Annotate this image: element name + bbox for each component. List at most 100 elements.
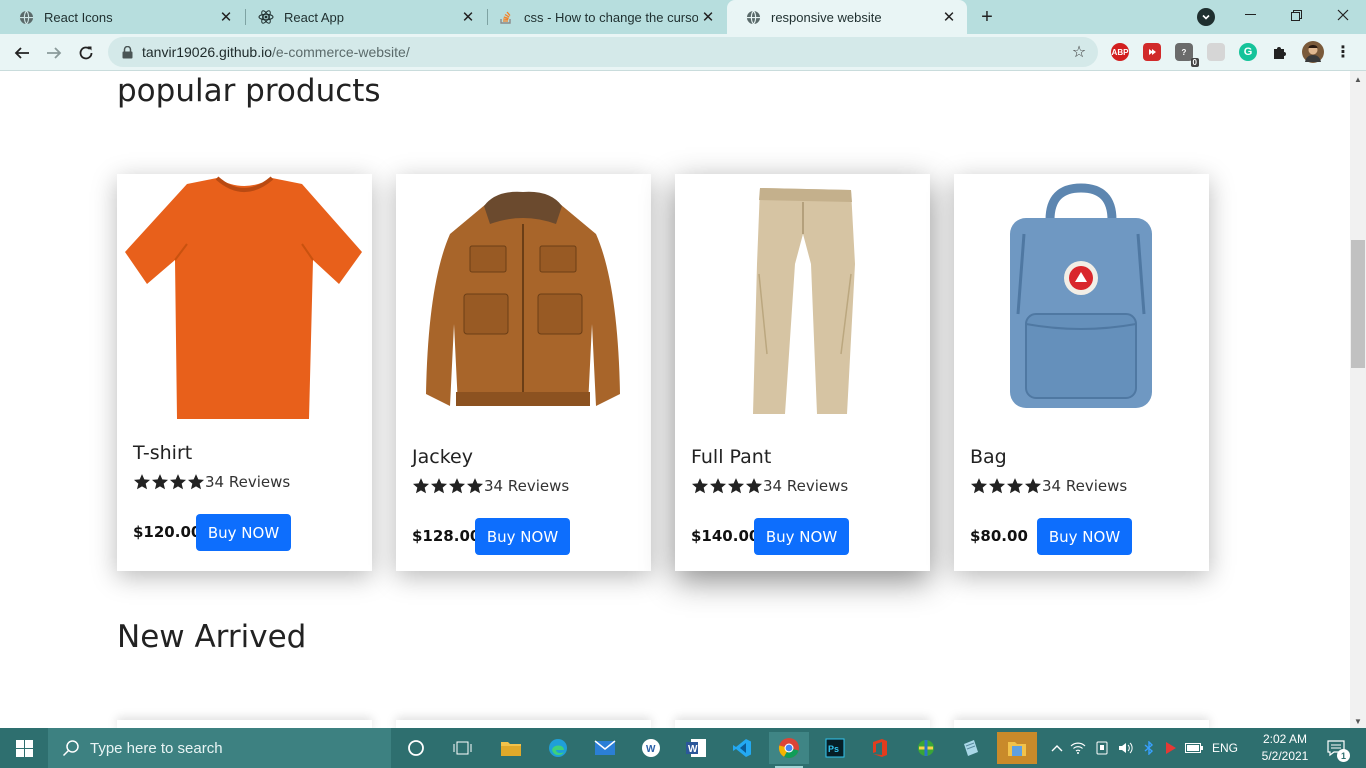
close-window-button[interactable] bbox=[1320, 0, 1366, 30]
close-icon[interactable]: ✕ bbox=[458, 7, 478, 27]
backpack-image bbox=[1010, 183, 1152, 408]
mail-icon[interactable] bbox=[585, 732, 625, 764]
product-name: T-shirt bbox=[133, 442, 193, 464]
product-rating: 34 Reviews bbox=[412, 477, 569, 495]
buy-now-button[interactable]: Buy NOW bbox=[1037, 518, 1132, 555]
globe-icon bbox=[745, 9, 761, 25]
browser-toolbar: tanvir19026.github.io/e-commerce-website… bbox=[0, 34, 1366, 71]
close-icon[interactable]: ✕ bbox=[216, 7, 236, 27]
product-card: Full Pant 34 Reviews $140.00 Buy NOW bbox=[675, 174, 930, 571]
buy-now-button[interactable]: Buy NOW bbox=[475, 518, 570, 555]
svg-text:W: W bbox=[646, 744, 656, 755]
buy-now-button[interactable]: Buy NOW bbox=[196, 514, 291, 551]
tab-title: React App bbox=[284, 9, 344, 25]
tab-react-icons[interactable]: React Icons ✕ bbox=[0, 0, 244, 34]
tab-stackoverflow[interactable]: css - How to change the cursor in ✕ bbox=[480, 0, 726, 34]
star-rating bbox=[691, 477, 763, 495]
page-scrollbar[interactable] bbox=[1350, 71, 1366, 728]
forward-button[interactable] bbox=[40, 39, 68, 67]
close-icon[interactable]: ✕ bbox=[939, 7, 959, 27]
back-button[interactable] bbox=[8, 39, 36, 67]
app-w-icon[interactable]: W bbox=[631, 732, 671, 764]
edge-icon[interactable] bbox=[538, 732, 578, 764]
review-count: 34 Reviews bbox=[1042, 477, 1128, 495]
bluetooth-icon[interactable] bbox=[1138, 741, 1160, 755]
star-icon bbox=[151, 474, 169, 490]
taskbar-search-box[interactable]: Type here to search bbox=[48, 728, 391, 768]
star-icon bbox=[169, 474, 187, 490]
puzzle-icon[interactable] bbox=[1271, 43, 1289, 61]
adblock-plus-icon[interactable]: ABP bbox=[1111, 43, 1129, 61]
star-icon bbox=[1024, 478, 1042, 494]
star-icon bbox=[970, 478, 988, 494]
new-tab-button[interactable]: + bbox=[975, 6, 999, 28]
tab-search-icon[interactable] bbox=[1197, 8, 1215, 26]
notification-badge: 1 bbox=[1337, 749, 1350, 762]
extension-red-icon[interactable] bbox=[1143, 43, 1161, 61]
product-card bbox=[396, 720, 651, 728]
chrome-menu-icon[interactable]: ⋮ bbox=[1334, 43, 1352, 61]
address-bar[interactable]: tanvir19026.github.io/e-commerce-website… bbox=[108, 37, 1098, 67]
star-icon bbox=[448, 478, 466, 494]
grammarly-icon[interactable]: G bbox=[1239, 43, 1257, 61]
product-card: Jackey 34 Reviews $128.00 Buy NOW bbox=[396, 174, 651, 571]
restore-button[interactable] bbox=[1273, 0, 1319, 30]
notepad-icon[interactable] bbox=[951, 732, 991, 764]
jacket-image bbox=[426, 191, 620, 406]
windows-taskbar: Type here to search W W Ps ENG 2:02 AM 5… bbox=[0, 728, 1366, 768]
windows-start-button[interactable] bbox=[0, 728, 48, 768]
scrollbar-thumb[interactable] bbox=[1351, 240, 1365, 368]
star-icon bbox=[133, 474, 151, 490]
product-card: T-shirt 34 Reviews $120.00 Buy NOW bbox=[117, 174, 372, 571]
reload-button[interactable] bbox=[72, 39, 100, 67]
device-icon[interactable] bbox=[1090, 741, 1114, 755]
star-icon bbox=[1006, 478, 1024, 494]
wifi-icon[interactable] bbox=[1066, 742, 1090, 754]
scroll-down-arrow[interactable]: ▼ bbox=[1350, 714, 1366, 728]
lock-icon[interactable] bbox=[120, 45, 134, 59]
vscode-icon[interactable] bbox=[722, 732, 762, 764]
notification-center-icon[interactable]: 1 bbox=[1316, 732, 1356, 764]
file-manager-running-icon[interactable] bbox=[997, 732, 1037, 764]
bookmark-star-icon[interactable]: ☆ bbox=[1070, 43, 1088, 61]
product-card bbox=[675, 720, 930, 728]
minimize-button[interactable] bbox=[1227, 0, 1273, 30]
product-rating: 34 Reviews bbox=[691, 477, 848, 495]
volume-icon[interactable] bbox=[1114, 741, 1138, 755]
tab-title: React Icons bbox=[44, 9, 113, 25]
product-price: $128.00 bbox=[412, 527, 481, 545]
review-count: 34 Reviews bbox=[763, 477, 849, 495]
product-name: Full Pant bbox=[691, 446, 772, 468]
product-card bbox=[117, 720, 372, 728]
scroll-up-arrow[interactable]: ▲ bbox=[1350, 72, 1366, 86]
word-icon[interactable]: W bbox=[676, 732, 716, 764]
product-rating: 34 Reviews bbox=[133, 473, 290, 491]
battery-icon[interactable] bbox=[1182, 743, 1206, 753]
red-app-tray-icon[interactable] bbox=[1160, 741, 1182, 755]
tab-title: responsive website bbox=[771, 9, 882, 25]
system-clock[interactable]: 2:02 AM 5/2/2021 bbox=[1250, 731, 1320, 765]
close-icon[interactable]: ✕ bbox=[698, 7, 718, 27]
tshirt-image bbox=[125, 176, 362, 419]
file-explorer-icon[interactable] bbox=[491, 732, 531, 764]
chevron-up-icon[interactable] bbox=[1048, 744, 1066, 752]
buy-now-button[interactable]: Buy NOW bbox=[754, 518, 849, 555]
profile-avatar[interactable] bbox=[1302, 41, 1324, 63]
blank-extension-icon[interactable] bbox=[1207, 43, 1225, 61]
idm-icon[interactable] bbox=[906, 732, 946, 764]
cortana-icon[interactable] bbox=[396, 732, 436, 764]
tab-responsive-website[interactable]: responsive website ✕ bbox=[727, 0, 967, 34]
clock-time: 2:02 AM bbox=[1262, 732, 1308, 746]
photoshop-icon[interactable]: Ps bbox=[815, 732, 855, 764]
star-icon bbox=[412, 478, 430, 494]
star-icon bbox=[187, 474, 205, 490]
task-view-icon[interactable] bbox=[443, 732, 483, 764]
tab-react-app[interactable]: React App ✕ bbox=[240, 0, 486, 34]
office-icon[interactable] bbox=[860, 732, 900, 764]
tab-title: css - How to change the cursor in bbox=[524, 9, 698, 25]
help-extension-icon[interactable]: ? 0 bbox=[1175, 43, 1199, 67]
chrome-taskbar-icon[interactable] bbox=[769, 732, 809, 768]
language-indicator[interactable]: ENG bbox=[1212, 741, 1238, 755]
url-host: tanvir19026.github.io bbox=[142, 44, 272, 60]
star-icon bbox=[709, 478, 727, 494]
